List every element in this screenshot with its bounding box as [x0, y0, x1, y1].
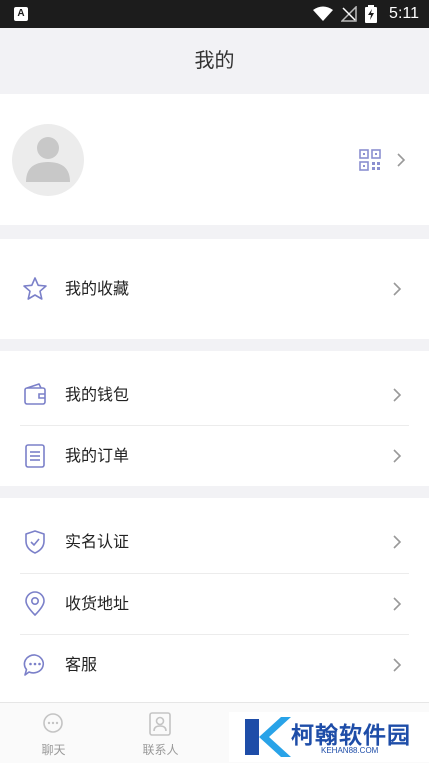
watermark-logo-icon [245, 717, 291, 757]
profile-card[interactable] [0, 94, 429, 225]
page-title: 我的 [194, 48, 235, 72]
watermark-text: 柯翰软件园 [291, 723, 411, 749]
chat-bubble-icon [23, 654, 45, 676]
menu-item-favorites[interactable]: 我的收藏 [0, 259, 429, 319]
watermark-subtext: KEHAN88.COM [321, 746, 379, 755]
tab-contacts[interactable]: 联系人 [107, 703, 214, 763]
chevron-right-icon [393, 388, 402, 402]
status-bar: A 5:11 [0, 0, 429, 28]
chevron-right-icon [393, 597, 402, 611]
menu-item-orders[interactable]: 我的订单 [0, 426, 429, 486]
menu-label: 我的收藏 [65, 279, 130, 298]
order-list-icon [25, 444, 45, 468]
menu-item-service[interactable]: 客服 [0, 635, 429, 695]
chevron-right-icon [393, 658, 402, 672]
wifi-icon [313, 6, 334, 21]
chat-icon [43, 713, 63, 733]
menu-label: 我的订单 [65, 446, 130, 465]
status-icons: 5:11 [313, 4, 419, 24]
menu-label: 我的钱包 [65, 385, 130, 404]
star-icon [23, 277, 47, 300]
chevron-right-icon [393, 535, 402, 549]
contacts-icon [149, 712, 171, 736]
signal-icon [341, 6, 357, 22]
clock: 5:11 [389, 5, 419, 22]
menu-label: 实名认证 [65, 532, 130, 551]
location-pin-icon [25, 591, 45, 616]
qr-code-icon[interactable] [359, 149, 381, 171]
chevron-right-icon [393, 449, 402, 463]
menu-item-verification[interactable]: 实名认证 [0, 512, 429, 572]
menu-label: 客服 [65, 655, 98, 674]
default-avatar-icon [26, 137, 70, 182]
wallet-orders-section: 我的钱包 我的订单 [0, 351, 429, 486]
header: 我的 [0, 28, 429, 94]
tab-label: 联系人 [142, 743, 179, 757]
battery-charging-icon [365, 5, 378, 23]
account-services-section: 实名认证 收货地址 客服 [0, 498, 429, 702]
favorites-section: 我的收藏 [0, 239, 429, 339]
menu-item-address[interactable]: 收货地址 [0, 574, 429, 634]
wallet-icon [24, 383, 46, 405]
menu-label: 收货地址 [65, 594, 130, 613]
chevron-right-icon [397, 153, 406, 167]
tab-label: 聊天 [41, 743, 66, 757]
avatar[interactable] [12, 124, 84, 196]
watermark: 柯翰软件园 KEHAN88.COM [229, 712, 429, 762]
shield-check-icon [25, 530, 45, 554]
tab-chat[interactable]: 聊天 [0, 703, 107, 763]
app-notification-icon: A [14, 7, 28, 21]
chevron-right-icon [393, 282, 402, 296]
menu-item-wallet[interactable]: 我的钱包 [0, 365, 429, 425]
